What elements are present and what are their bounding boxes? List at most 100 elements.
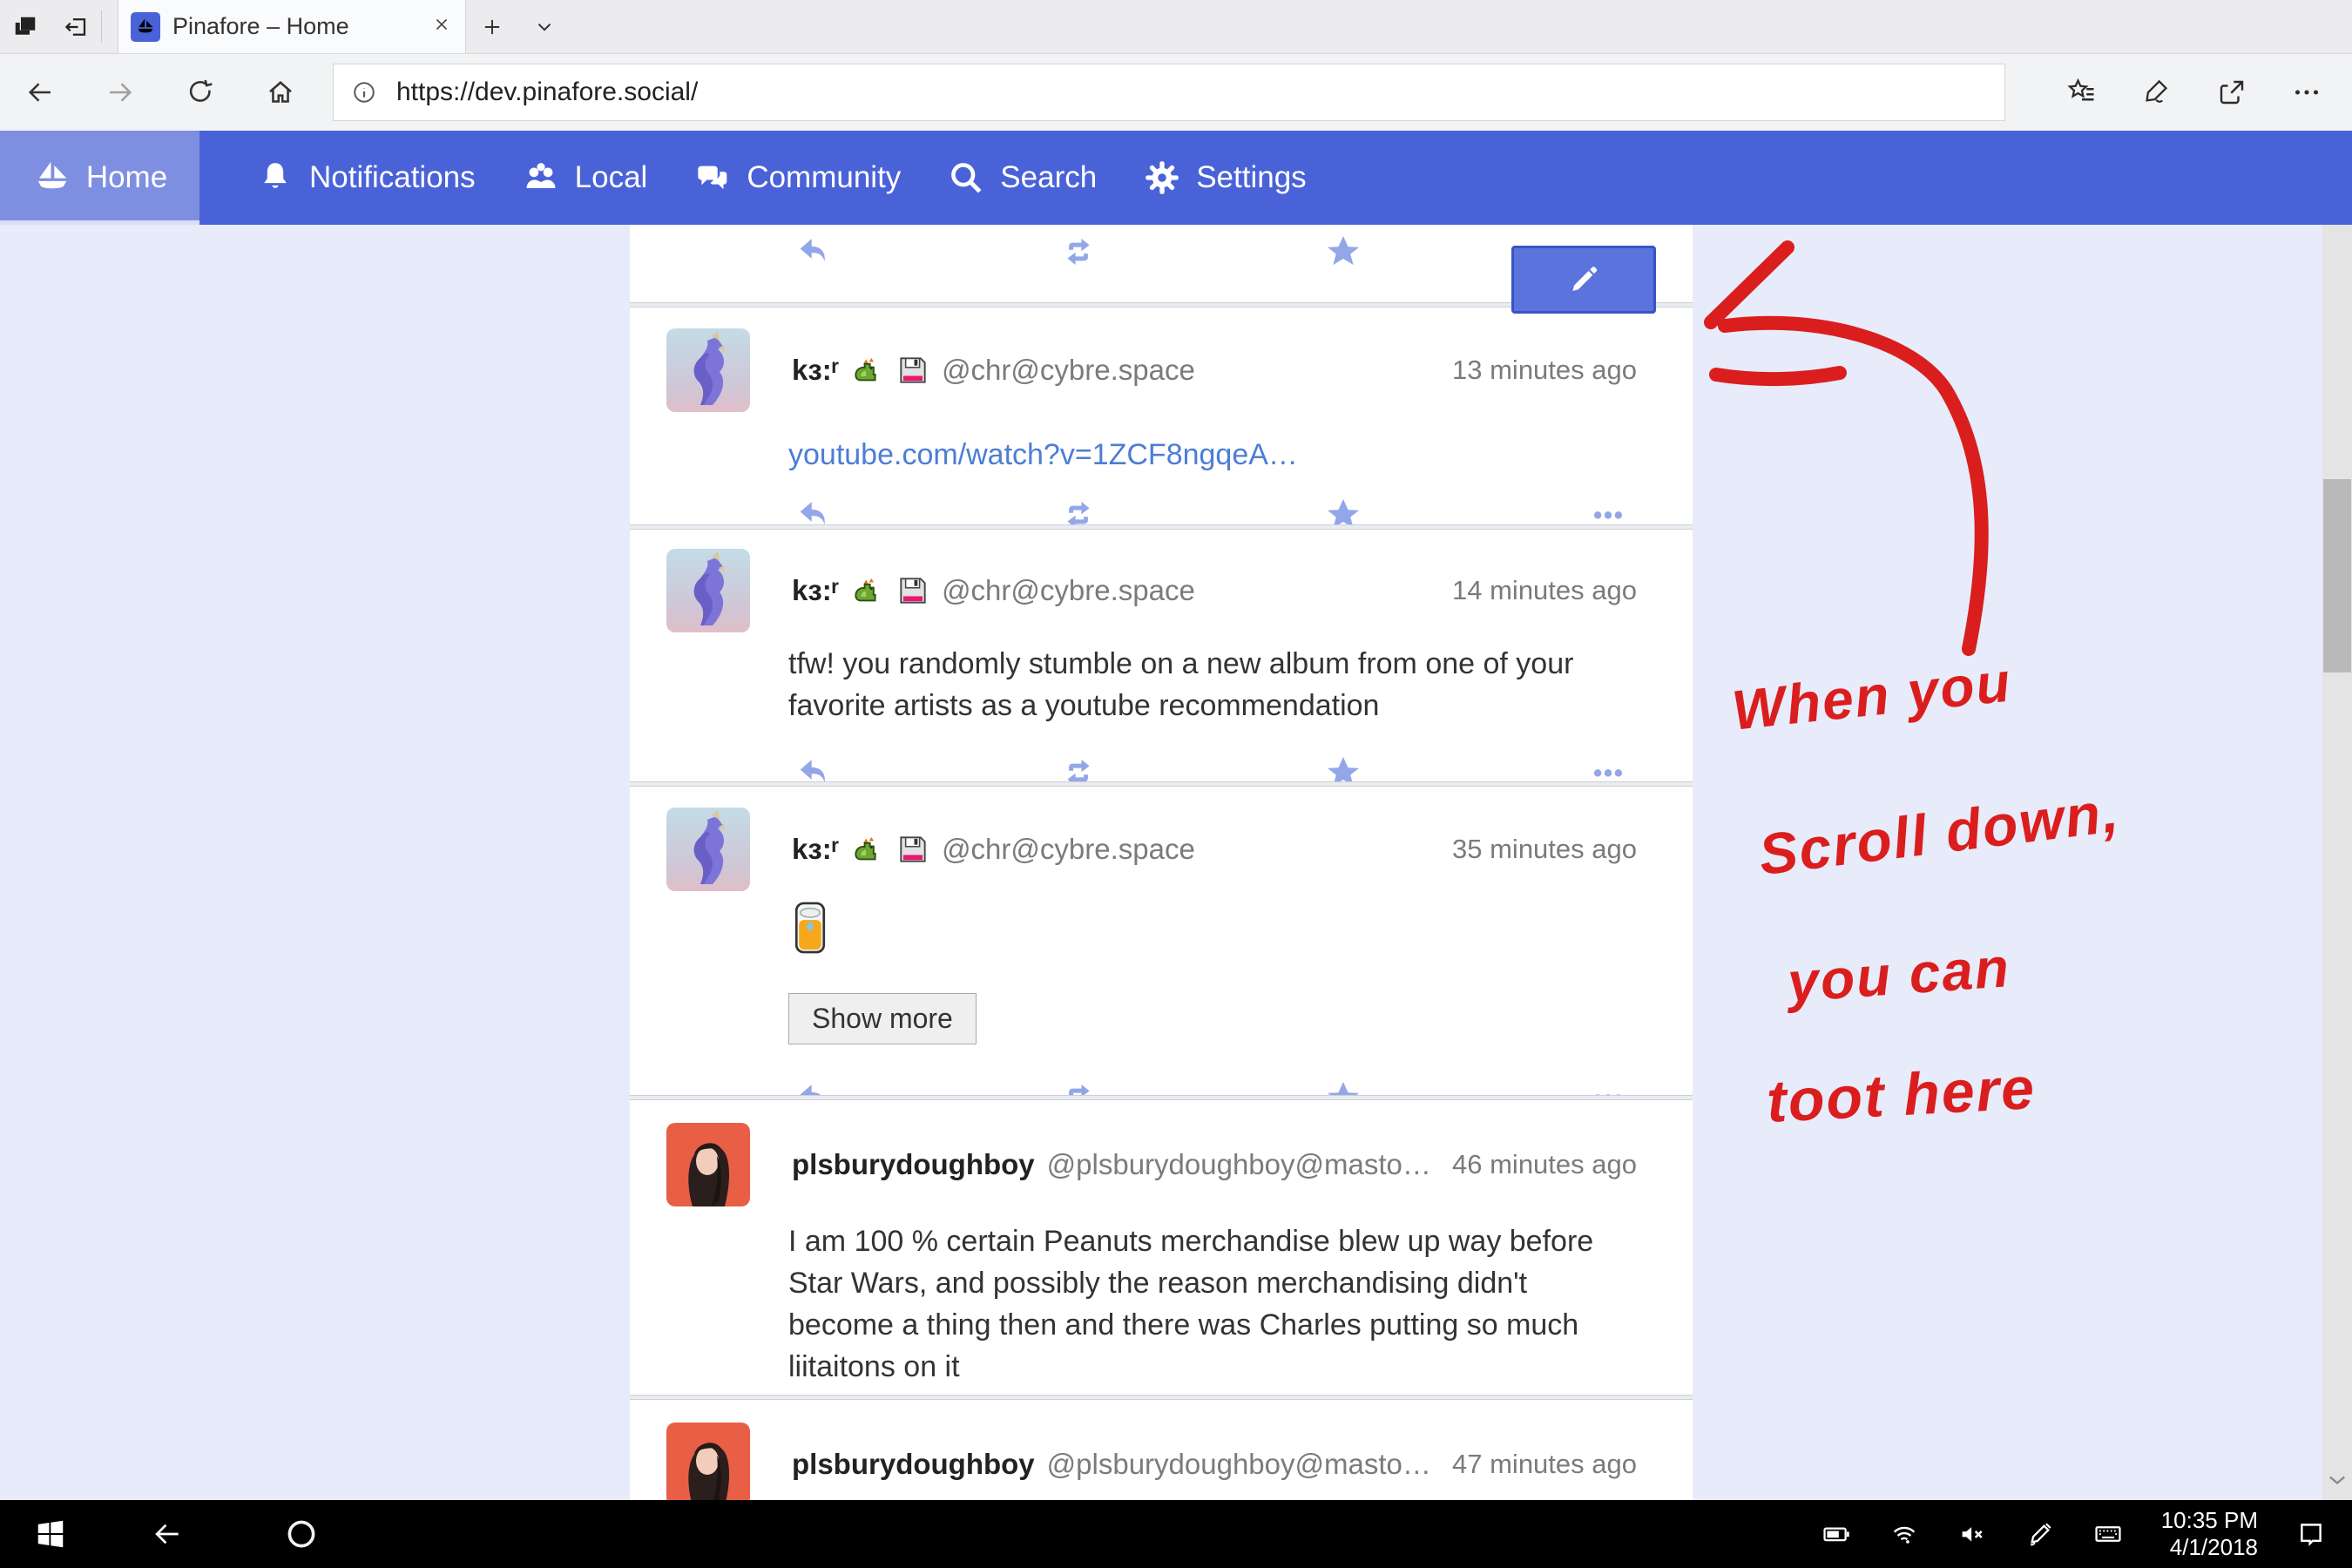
toot-link[interactable]: youtube.com/watch?v=1ZCF8ngqeA…	[788, 438, 1298, 471]
toot-author-handle[interactable]: @chr@cybre.space	[942, 833, 1195, 866]
favorite-star-icon[interactable]	[1318, 1078, 1369, 1096]
reply-icon[interactable]	[788, 1078, 839, 1096]
more-actions-icon[interactable]	[1583, 495, 1633, 525]
nav-label: Local	[575, 160, 648, 195]
web-note-icon[interactable]	[2141, 77, 2173, 108]
nav-label: Notifications	[309, 160, 476, 195]
windows-taskbar: 10:35 PM 4/1/2018	[0, 1500, 2352, 1568]
tab-title: Pinafore – Home	[172, 13, 423, 40]
toot: kз:ʳ @chr@cybre.space 35 minutes ago Sho…	[630, 786, 1693, 1096]
nav-label: Community	[747, 160, 901, 195]
nav-item-home[interactable]: Home	[0, 131, 199, 225]
pen-settings-icon[interactable]	[2025, 1519, 2055, 1549]
taskbar-clock[interactable]: 10:35 PM 4/1/2018	[2161, 1507, 2258, 1561]
show-set-aside-tabs-button[interactable]	[0, 0, 51, 53]
toot-author-name[interactable]: kз:ʳ	[792, 354, 839, 387]
nav-label: Home	[86, 160, 167, 195]
ink-text-line: you can	[1786, 935, 2012, 1015]
cortana-button[interactable]	[277, 1500, 326, 1568]
reply-icon[interactable]	[788, 753, 839, 782]
toot-author-handle[interactable]: @plsburydoughboy@mastodon.s…	[1047, 1448, 1440, 1481]
gear-icon	[1142, 158, 1182, 198]
nav-item-settings[interactable]: Settings	[1119, 131, 1328, 225]
back-button[interactable]	[0, 77, 80, 108]
avatar[interactable]	[666, 328, 750, 412]
refresh-button[interactable]	[160, 77, 240, 108]
toot-timestamp[interactable]: 13 minutes ago	[1452, 355, 1637, 386]
floppy-disk-emoji	[896, 833, 929, 866]
toot-timestamp[interactable]: 35 minutes ago	[1452, 834, 1637, 865]
favorite-star-icon[interactable]	[1318, 232, 1369, 272]
chat-bubbles-icon	[693, 158, 733, 198]
share-icon[interactable]	[2216, 77, 2247, 108]
scrollbar-thumb[interactable]	[2323, 479, 2351, 672]
toot-author-handle[interactable]: @chr@cybre.space	[942, 354, 1195, 387]
boost-icon[interactable]	[1053, 1078, 1104, 1096]
more-options-icon[interactable]	[2291, 77, 2322, 108]
toot-author-name[interactable]: plsburydoughboy	[792, 1148, 1035, 1181]
touch-keyboard-icon[interactable]	[2093, 1519, 2123, 1549]
action-center-icon[interactable]	[2296, 1519, 2326, 1549]
toot-timestamp[interactable]: 46 minutes ago	[1452, 1149, 1637, 1180]
nav-item-notifications[interactable]: Notifications	[233, 131, 498, 225]
reply-icon[interactable]	[788, 232, 839, 272]
compose-toot-button[interactable]	[1511, 246, 1656, 314]
site-info-icon[interactable]	[351, 79, 377, 105]
toot-author-name[interactable]: kз:ʳ	[792, 833, 839, 866]
nav-item-search[interactable]: Search	[923, 131, 1119, 225]
clock-time: 10:35 PM	[2161, 1507, 2258, 1534]
sailboat-icon	[32, 158, 72, 198]
people-icon	[521, 158, 561, 198]
favorite-star-icon[interactable]	[1318, 495, 1369, 525]
forward-button[interactable]	[80, 77, 160, 108]
volume-muted-icon[interactable]	[1957, 1519, 1987, 1549]
page-scrollbar[interactable]	[2322, 225, 2352, 1500]
search-icon	[946, 158, 986, 198]
browser-address-bar: https://dev.pinafore.social/	[0, 54, 2352, 131]
boost-icon[interactable]	[1053, 495, 1104, 525]
new-tab-button[interactable]	[466, 0, 518, 53]
start-button[interactable]	[26, 1500, 75, 1568]
scroll-down-icon[interactable]	[2325, 1470, 2349, 1495]
favorite-star-icon[interactable]	[1318, 753, 1369, 782]
url-field[interactable]: https://dev.pinafore.social/	[333, 64, 2005, 121]
toot-author-handle[interactable]: @plsburydoughboy@mastodon.s…	[1047, 1148, 1440, 1181]
favorites-hub-icon[interactable]	[2066, 77, 2098, 108]
nav-item-community[interactable]: Community	[670, 131, 923, 225]
tab-list-chevron-icon[interactable]	[518, 0, 571, 53]
set-tabs-aside-button[interactable]	[51, 0, 101, 53]
more-actions-icon[interactable]	[1583, 1078, 1633, 1096]
browser-tab-strip: Pinafore – Home	[0, 0, 2352, 54]
boost-icon[interactable]	[1053, 232, 1104, 272]
toot-author-handle[interactable]: @chr@cybre.space	[942, 574, 1195, 607]
divider	[101, 10, 102, 43]
avatar[interactable]	[666, 1123, 750, 1206]
toot: plsburydoughboy @plsburydoughboy@mastodo…	[630, 1399, 1693, 1500]
toot-author-name[interactable]: kз:ʳ	[792, 574, 839, 607]
toot: plsburydoughboy @plsburydoughboy@mastodo…	[630, 1099, 1693, 1396]
avatar[interactable]	[666, 549, 750, 632]
bell-icon	[255, 158, 295, 198]
wifi-icon[interactable]	[1889, 1519, 1919, 1549]
toot: kз:ʳ @chr@cybre.space 13 minutes ago you…	[630, 307, 1693, 525]
reply-icon[interactable]	[788, 495, 839, 525]
taskbar-back-button[interactable]	[141, 1500, 193, 1568]
toot-content: tfw! you randomly stumble on a new album…	[788, 643, 1637, 727]
battery-icon[interactable]	[1821, 1519, 1851, 1549]
nav-item-local[interactable]: Local	[498, 131, 671, 225]
browser-tab[interactable]: Pinafore – Home	[118, 0, 466, 53]
toot-timestamp[interactable]: 14 minutes ago	[1452, 575, 1637, 606]
more-actions-icon[interactable]	[1583, 753, 1633, 782]
clock-date: 4/1/2018	[2161, 1534, 2258, 1561]
avatar[interactable]	[666, 808, 750, 891]
toot-author-name[interactable]: plsburydoughboy	[792, 1448, 1035, 1481]
dragon-emoji	[851, 354, 884, 387]
desktop: Pinafore – Home https://dev.pinafore.soc…	[0, 0, 2352, 1568]
tab-close-icon[interactable]	[432, 15, 451, 38]
home-button[interactable]	[240, 77, 321, 108]
ink-text-line: Scroll down,	[1755, 778, 2124, 888]
toot-timestamp[interactable]: 47 minutes ago	[1452, 1449, 1637, 1480]
boost-icon[interactable]	[1053, 753, 1104, 782]
avatar[interactable]	[666, 1423, 750, 1500]
show-more-button[interactable]: Show more	[788, 993, 977, 1044]
